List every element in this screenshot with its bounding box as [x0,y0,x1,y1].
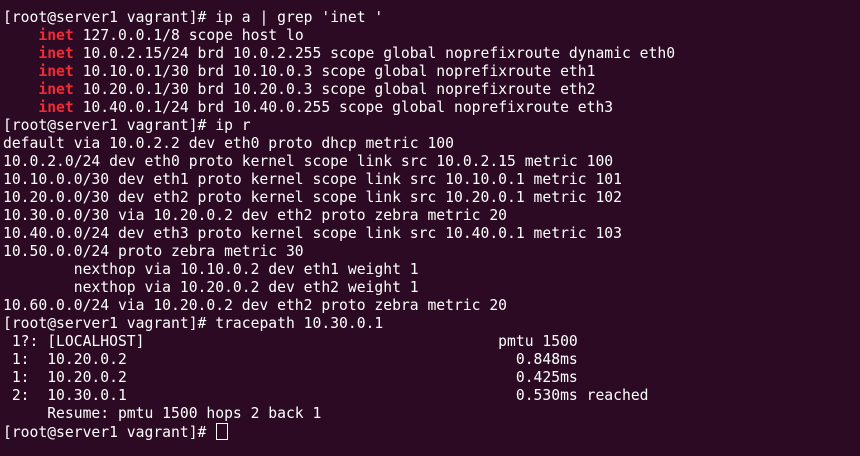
output-text: 10.0.2.15/24 brd 10.0.2.255 scope global… [73,45,676,62]
output-line: 10.30.0.0/30 via 10.20.0.2 dev eth2 prot… [3,207,508,224]
output-line: inet 10.10.0.1/30 brd 10.10.0.3 scope gl… [3,63,860,81]
output-line: default via 10.0.2.2 dev eth0 proto dhcp… [3,135,454,152]
prompt: [root@server1 vagrant]# [3,117,216,134]
prompt: [root@server1 vagrant]# [3,315,216,332]
output-line: 10.20.0.0/30 dev eth2 proto kernel scope… [3,189,622,206]
output-line: inet 10.20.0.1/30 brd 10.20.0.3 scope gl… [3,81,860,99]
command-text: ip a | grep 'inet ' [215,9,384,26]
inet-keyword: inet [38,27,74,44]
output-text: 10.10.0.1/30 brd 10.10.0.3 scope global … [73,63,596,80]
command-line: [root@server1 vagrant]# ip a | grep 'ine… [3,9,860,27]
prompt: [root@server1 vagrant]# [3,424,216,441]
input-line[interactable]: [root@server1 vagrant]# [3,423,860,441]
terminal-window[interactable]: [root@server1 vagrant]# ip a | grep 'ine… [0,0,860,456]
output-line: 10.40.0.0/24 dev eth3 proto kernel scope… [3,225,622,242]
output-line: 1?: [LOCALHOST] pmtu 1500 [3,333,578,350]
command-line: [root@server1 vagrant]# tracepath 10.30.… [3,315,860,333]
command-text: tracepath 10.30.0.1 [215,315,384,332]
command-text: ip r [215,117,251,134]
output-text: 10.20.0.1/30 brd 10.20.0.3 scope global … [73,81,596,98]
output-line: inet 10.40.0.1/24 brd 10.40.0.255 scope … [3,99,860,117]
text-cursor[interactable] [216,423,229,440]
output-line: 10.10.0.0/30 dev eth1 proto kernel scope… [3,171,622,188]
output-line: inet 10.0.2.15/24 brd 10.0.2.255 scope g… [3,45,860,63]
inet-keyword: inet [38,99,74,116]
prompt: [root@server1 vagrant]# [3,9,216,26]
command-line: [root@server1 vagrant]# ip r [3,117,860,135]
inet-keyword: inet [38,45,74,62]
output-text: 127.0.0.1/8 scope host lo [73,27,304,44]
output-line: inet 127.0.0.1/8 scope host lo [3,27,860,45]
output-line: 1: 10.20.0.2 0.425ms [3,369,578,386]
output-line: Resume: pmtu 1500 hops 2 back 1 [3,405,322,422]
inet-keyword: inet [38,63,74,80]
output-line: 1: 10.20.0.2 0.848ms [3,351,578,368]
inet-keyword: inet [38,81,74,98]
output-line: 10.0.2.0/24 dev eth0 proto kernel scope … [3,153,614,170]
output-line: nexthop via 10.10.0.2 dev eth1 weight 1 [3,261,419,278]
output-text: 10.40.0.1/24 brd 10.40.0.255 scope globa… [73,99,614,116]
output-line: nexthop via 10.20.0.2 dev eth2 weight 1 [3,279,419,296]
output-line: 2: 10.30.0.1 0.530ms reached [3,387,649,404]
output-line: 10.60.0.0/24 via 10.20.0.2 dev eth2 prot… [3,297,508,314]
output-line: 10.50.0.0/24 proto zebra metric 30 [3,243,304,260]
